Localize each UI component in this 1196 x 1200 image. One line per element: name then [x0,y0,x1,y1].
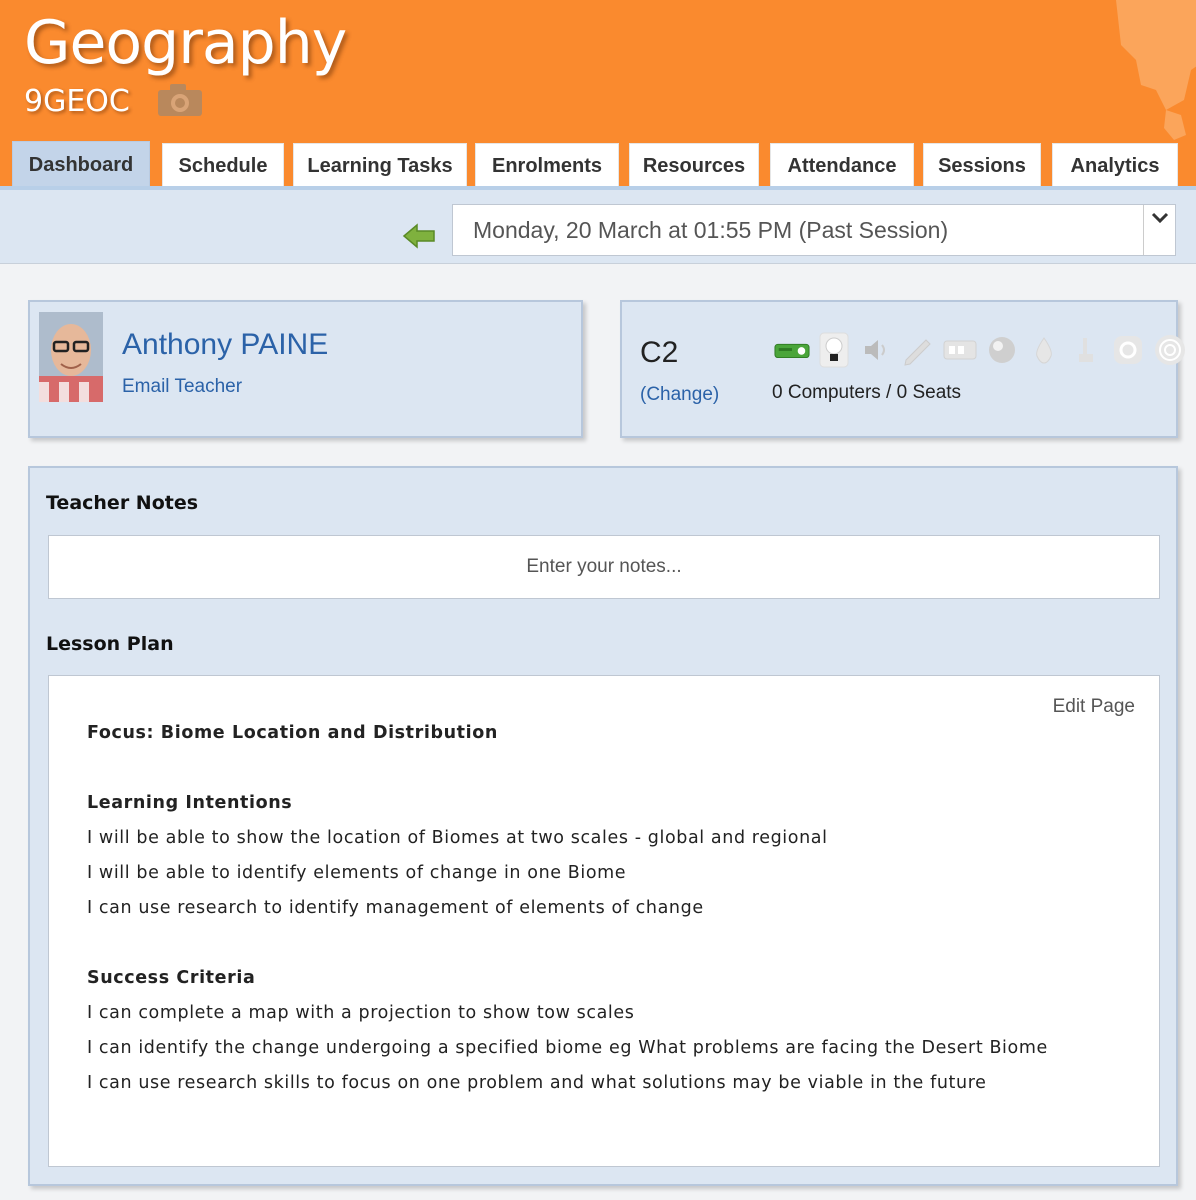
email-teacher-link[interactable]: Email Teacher [122,376,242,398]
edit-page-link[interactable]: Edit Page [1053,696,1135,718]
tab-attendance[interactable]: Attendance [770,143,914,188]
lesson-plan-box: Edit Page Focus: Biome Location and Dist… [48,675,1160,1167]
change-room-link[interactable]: (Change) [640,384,719,406]
tab-learning-tasks[interactable]: Learning Tasks [293,143,467,188]
learning-intention-item: I can use research to identify managemen… [87,898,704,918]
projector-icon [774,332,810,368]
lesson-plan-content: Focus: Biome Location and Distribution L… [87,716,1127,1101]
room-capacity: 0 Computers / 0 Seats [772,382,962,403]
target-icon [1152,332,1188,368]
camera-icon[interactable] [156,82,204,118]
page-title: Geography [24,8,347,78]
water-drop-icon [1026,332,1062,368]
disc-icon [984,332,1020,368]
chevron-down-icon[interactable] [1143,205,1175,255]
tab-dashboard[interactable]: Dashboard [12,141,150,188]
success-criteria-item: I can identify the change undergoing a s… [87,1038,1048,1058]
back-arrow-icon[interactable] [402,223,436,249]
tab-enrolments[interactable]: Enrolments [475,143,619,188]
avatar [39,312,103,402]
speaker-icon [858,332,894,368]
learning-intention-item: I will be able to identify elements of c… [87,863,627,883]
tab-bar: Dashboard Schedule Learning Tasks Enrolm… [0,141,1196,188]
teacher-notes-label: Teacher Notes [46,492,199,514]
tap-icon [1068,332,1104,368]
lightbulb-icon [816,332,852,368]
session-select-value: Monday, 20 March at 01:55 PM (Past Sessi… [473,216,949,243]
success-criteria-item: I can use research skills to focus on on… [87,1073,987,1093]
learning-intention-item: I will be able to show the location of B… [87,828,828,848]
room-card: C2 (Change) 0 Computers / 0 Seats [620,300,1185,438]
pen-icon [900,332,936,368]
tab-schedule[interactable]: Schedule [162,143,284,188]
teacher-notes-input[interactable] [48,535,1160,599]
facility-icons [774,332,1188,368]
learning-intentions-heading: Learning Intentions [87,793,293,813]
session-bar: Monday, 20 March at 01:55 PM (Past Sessi… [0,186,1196,264]
tab-resources[interactable]: Resources [629,143,759,188]
teacher-name-link[interactable]: Anthony PAINE [122,328,328,362]
keyboard-icon [942,332,978,368]
success-criteria-heading: Success Criteria [87,968,256,988]
success-criteria-item: I can complete a map with a projection t… [87,1003,635,1023]
notes-lesson-panel: Teacher Notes Lesson Plan Edit Page Focu… [28,466,1178,1186]
tab-analytics[interactable]: Analytics [1052,143,1178,188]
lesson-plan-label: Lesson Plan [46,633,174,655]
room-name: C2 [640,336,679,369]
settings-icon [1110,332,1146,368]
tab-sessions[interactable]: Sessions [923,143,1041,188]
lesson-focus: Focus: Biome Location and Distribution [87,723,498,743]
class-code: 9GEOC [24,84,130,119]
world-map-icon [1116,0,1196,140]
session-select[interactable]: Monday, 20 March at 01:55 PM (Past Sessi… [452,204,1176,256]
teacher-card: Anthony PAINE Email Teacher [28,300,583,438]
